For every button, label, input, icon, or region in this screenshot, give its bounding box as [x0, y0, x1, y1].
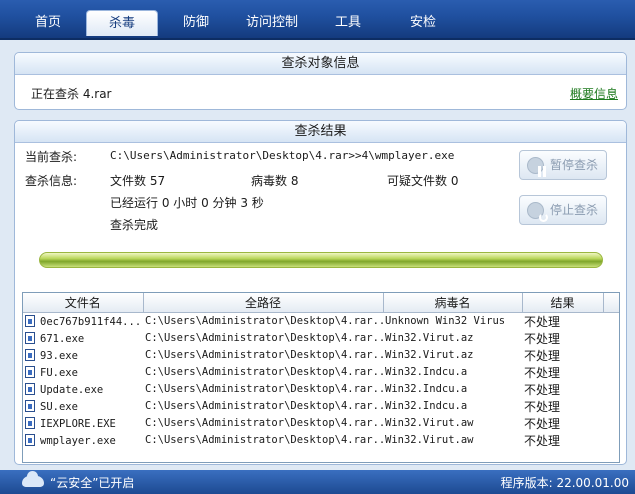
main-content: 查杀对象信息 正在查杀 4.rar 概要信息 查杀结果 当前查杀: C:\Use… [0, 42, 635, 470]
cloud-security-status[interactable]: “云安全”已开启 [50, 474, 134, 491]
stop-icon [527, 202, 548, 222]
tab-access-control[interactable]: 访问控制 [234, 10, 310, 36]
current-scan-path: C:\Users\Administrator\Desktop\4.rar>>4\… [110, 149, 455, 162]
row-virus: Unknown Win32 Virus [385, 315, 506, 327]
row-path: C:\Users\Administrator\Desktop\4.rar... [145, 434, 383, 446]
row-path: C:\Users\Administrator\Desktop\4.rar... [145, 349, 383, 361]
row-virus: Win32.Indcu.a [385, 400, 468, 412]
row-filename: 671.exe [40, 332, 85, 345]
row-filename: FU.exe [40, 366, 78, 379]
row-path: C:\Users\Administrator\Desktop\4.rar... [145, 400, 383, 412]
current-scan-label: 当前查杀: [25, 150, 78, 164]
suspicious-count: 可疑文件数 0 [387, 174, 459, 188]
row-filename: wmplayer.exe [40, 434, 116, 447]
row-virus: Win32.Virut.aw [385, 434, 474, 446]
row-filename: IEXPLORE.EXE [40, 417, 116, 430]
row-result: 不处理 [524, 348, 561, 363]
status-bar: “云安全”已开启 程序版本: 22.00.01.00 [0, 470, 635, 494]
row-path: C:\Users\Administrator\Desktop\4.rar... [145, 417, 383, 429]
stop-scan-button[interactable]: 停止查杀 [519, 195, 607, 225]
tab-defense[interactable]: 防御 [162, 10, 230, 36]
table-row[interactable]: 671.exe C:\Users\Administrator\Desktop\4… [23, 330, 619, 347]
row-path: C:\Users\Administrator\Desktop\4.rar... [145, 366, 383, 378]
tab-tools[interactable]: 工具 [314, 10, 382, 36]
row-result: 不处理 [524, 365, 561, 380]
row-virus: Win32.Virut.aw [385, 417, 474, 429]
row-path: C:\Users\Administrator\Desktop\4.rar... [145, 332, 383, 344]
row-result: 不处理 [524, 399, 561, 414]
row-filename: 93.exe [40, 349, 78, 362]
file-icon [25, 416, 35, 429]
table-row[interactable]: 93.exe C:\Users\Administrator\Desktop\4.… [23, 347, 619, 364]
tab-security-check[interactable]: 安检 [388, 10, 458, 36]
scan-result-header: 查杀结果 [15, 121, 626, 143]
table-row[interactable]: 0ec767b911f44... C:\Users\Administrator\… [23, 312, 619, 330]
virus-count: 病毒数 8 [251, 174, 299, 188]
table-row[interactable]: wmplayer.exe C:\Users\Administrator\Desk… [23, 432, 619, 449]
row-result: 不处理 [524, 433, 561, 448]
file-icon [25, 382, 35, 395]
col-header-filename[interactable]: 文件名 [23, 293, 144, 313]
cloud-icon [22, 471, 44, 487]
pause-scan-button[interactable]: 暂停查杀 [519, 150, 607, 180]
pause-scan-label: 暂停查杀 [549, 158, 598, 172]
stop-scan-label: 停止查杀 [549, 203, 598, 217]
scan-info-label: 查杀信息: [25, 174, 78, 188]
table-row[interactable]: SU.exe C:\Users\Administrator\Desktop\4.… [23, 398, 619, 415]
file-count: 文件数 57 [110, 174, 166, 188]
top-nav: 首页 杀毒 防御 访问控制 工具 安检 [0, 0, 635, 40]
scan-target-header: 查杀对象信息 [15, 53, 626, 75]
pause-icon [527, 157, 544, 177]
table-row[interactable]: Update.exe C:\Users\Administrator\Deskto… [23, 381, 619, 398]
row-virus: Win32.Indcu.a [385, 383, 468, 395]
row-virus: Win32.Virut.az [385, 349, 474, 361]
summary-info-link[interactable]: 概要信息 [570, 85, 618, 102]
results-table: 文件名 全路径 病毒名 结果 0ec767b911f44... C:\Users… [22, 292, 620, 463]
program-version: 程序版本: 22.00.01.00 [500, 476, 629, 490]
row-path: C:\Users\Administrator\Desktop\4.rar... [145, 315, 383, 327]
row-virus: Win32.Virut.az [385, 332, 474, 344]
elapsed-time: 已经运行 0 小时 0 分钟 3 秒 [110, 196, 264, 210]
file-icon [25, 399, 35, 412]
file-icon [25, 348, 35, 361]
row-result: 不处理 [524, 382, 561, 397]
row-result: 不处理 [524, 331, 561, 346]
row-virus: Win32.Indcu.a [385, 366, 468, 378]
scan-status-text: 正在查杀 4.rar [31, 87, 112, 101]
row-path: C:\Users\Administrator\Desktop\4.rar... [145, 383, 383, 395]
table-row[interactable]: FU.exe C:\Users\Administrator\Desktop\4.… [23, 364, 619, 381]
table-header-row: 文件名 全路径 病毒名 结果 [23, 293, 619, 313]
col-header-result[interactable]: 结果 [522, 293, 604, 313]
table-row[interactable]: IEXPLORE.EXE C:\Users\Administrator\Desk… [23, 415, 619, 432]
row-filename: Update.exe [40, 383, 104, 396]
tab-home[interactable]: 首页 [14, 10, 82, 36]
file-icon [25, 433, 35, 446]
col-header-virusname[interactable]: 病毒名 [383, 293, 523, 313]
scan-result-panel: 查杀结果 当前查杀: C:\Users\Administrator\Deskto… [14, 120, 627, 465]
file-icon [25, 331, 35, 344]
scan-progress-bar [39, 252, 603, 268]
row-filename: SU.exe [40, 400, 78, 413]
file-icon [25, 365, 35, 378]
row-result: 不处理 [524, 314, 561, 329]
col-header-fullpath[interactable]: 全路径 [143, 293, 384, 313]
col-header-spacer [603, 293, 619, 313]
tab-antivirus[interactable]: 杀毒 [86, 10, 158, 36]
file-icon [25, 314, 35, 327]
scan-complete-text: 查杀完成 [110, 218, 159, 232]
row-filename: 0ec767b911f44... [40, 315, 142, 328]
scan-target-panel: 查杀对象信息 正在查杀 4.rar 概要信息 [14, 52, 627, 110]
row-result: 不处理 [524, 416, 561, 431]
